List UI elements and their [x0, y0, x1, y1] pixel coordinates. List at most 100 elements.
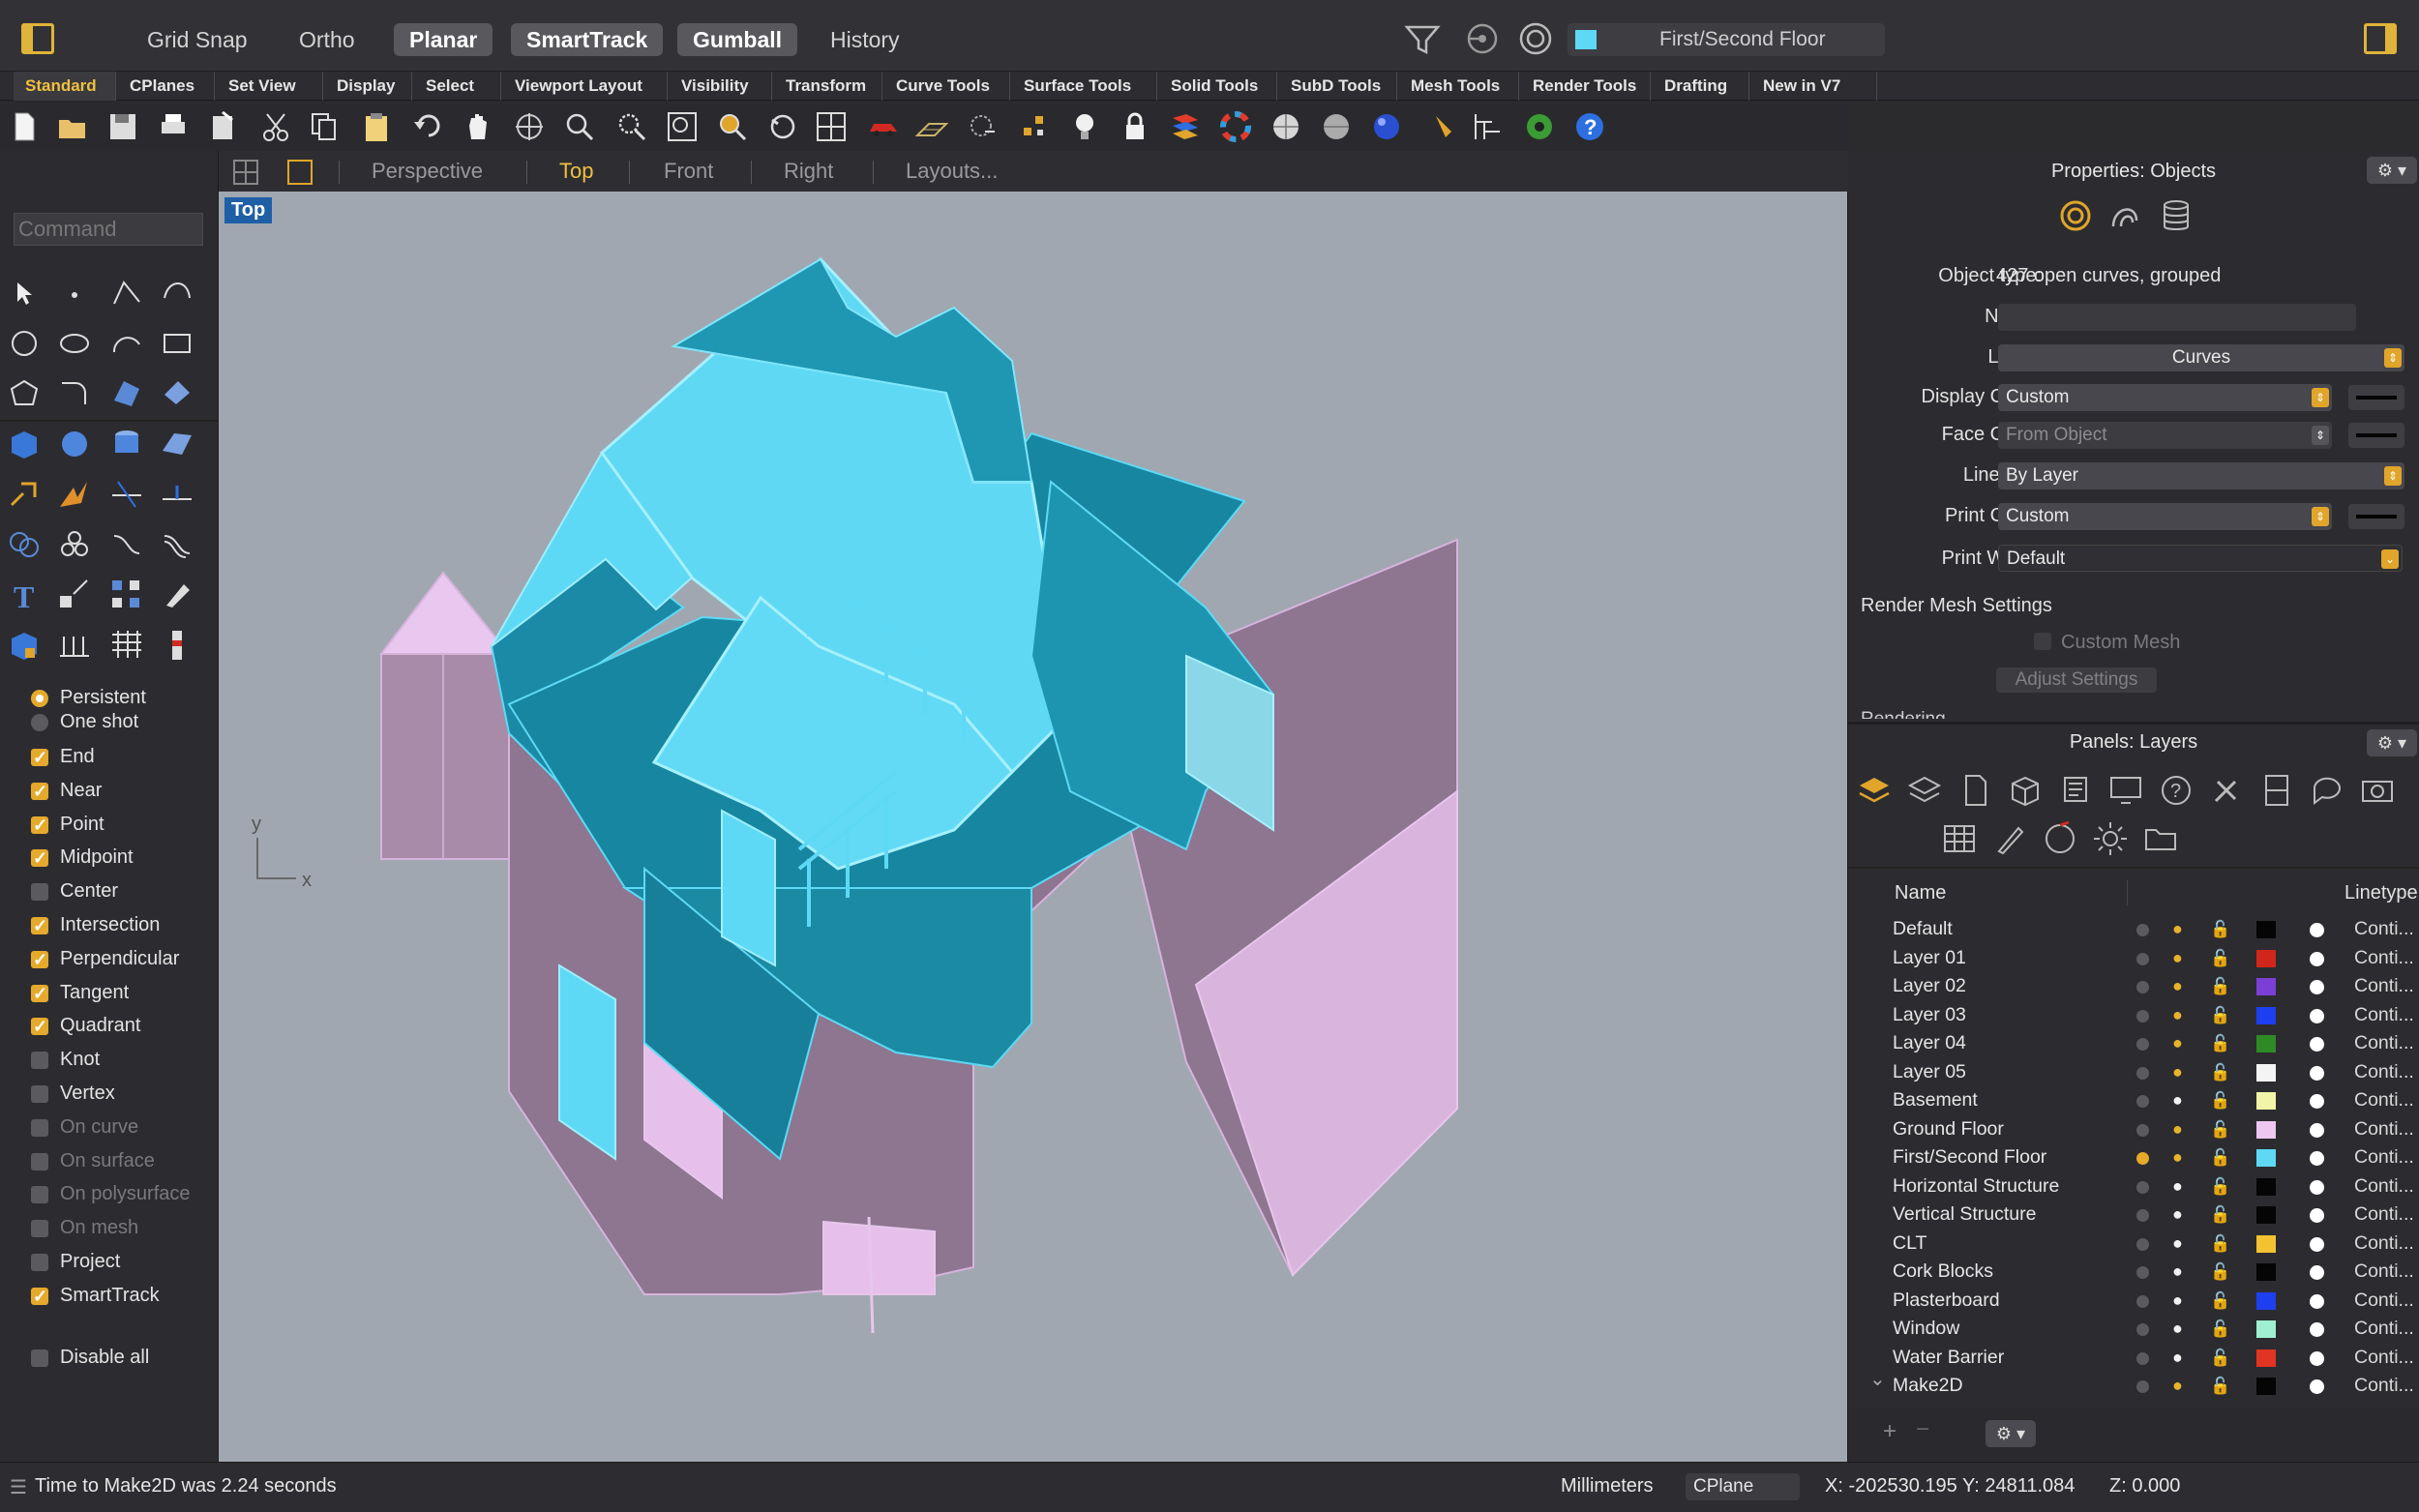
display-color-swatch[interactable]	[2348, 385, 2404, 410]
layer-linetype[interactable]: Conti...	[2354, 944, 2414, 973]
layer-linetype[interactable]: Conti...	[2354, 1230, 2414, 1259]
tab-transform[interactable]: Transform	[774, 72, 882, 101]
lock-icon[interactable]: 🔓	[2210, 972, 2230, 1001]
layer-linetype[interactable]: Conti...	[2354, 972, 2414, 1001]
layer-linetype[interactable]: Conti...	[2354, 915, 2414, 944]
visibility-bulb-icon[interactable]: ●	[2172, 1372, 2183, 1401]
notes-icon[interactable]	[2057, 772, 2094, 809]
osnap-checkbox[interactable]	[31, 1118, 48, 1137]
print-color-select[interactable]: Custom ⇕	[1998, 503, 2332, 530]
document-icon[interactable]	[1956, 772, 1993, 809]
layers-col-name[interactable]: Name	[1895, 882, 1946, 904]
material-swatch[interactable]	[2310, 1008, 2324, 1023]
cylinder-icon[interactable]	[108, 426, 145, 462]
current-layer-indicator[interactable]	[2136, 1351, 2149, 1365]
filter-icon[interactable]	[1403, 19, 1442, 58]
lock-icon[interactable]: 🔓	[2210, 915, 2230, 944]
new-file-icon[interactable]	[8, 110, 41, 143]
layer-color-swatch[interactable]	[2256, 921, 2276, 938]
analyze-icon[interactable]	[159, 577, 195, 613]
osnap-checkbox[interactable]	[31, 777, 48, 806]
add-layer-button[interactable]: +	[1883, 1418, 1896, 1445]
layer-row[interactable]: Horizontal Structure ● 🔓 Conti...	[1848, 1172, 2419, 1201]
box-icon[interactable]	[6, 426, 43, 462]
visibility-bulb-icon[interactable]: ●	[2172, 1115, 2183, 1144]
layer-linetype[interactable]: Conti...	[2354, 1143, 2414, 1172]
status-menu-icon[interactable]: ☰	[10, 1475, 27, 1499]
print-color-swatch[interactable]	[2348, 504, 2404, 529]
layer-color-swatch[interactable]	[2256, 978, 2276, 995]
print-width-select[interactable]: Default ⌄	[1998, 545, 2403, 572]
group-icon[interactable]	[56, 526, 93, 563]
material-swatch[interactable]	[2310, 1208, 2324, 1223]
layer-select[interactable]: Curves ⇕	[1998, 344, 2404, 371]
visibility-bulb-icon[interactable]: ●	[2172, 1058, 2183, 1087]
current-layer-indicator[interactable]	[2136, 1380, 2149, 1393]
layer-name[interactable]: CLT	[1893, 1230, 1926, 1259]
layer-linetype[interactable]: Conti...	[2354, 1115, 2414, 1144]
current-layer-indicator[interactable]	[2136, 981, 2149, 993]
visibility-bulb-icon[interactable]: ●	[2172, 1344, 2183, 1373]
layer-row[interactable]: Water Barrier ● 🔓 Conti...	[1848, 1344, 2419, 1373]
material-swatch[interactable]	[2310, 1179, 2324, 1195]
layer-color-swatch[interactable]	[2256, 1378, 2276, 1395]
osnap-icon[interactable]	[1516, 19, 1555, 58]
chevron-down-icon[interactable]: ⌄	[1869, 1366, 1886, 1395]
edit-tools-icon[interactable]	[1426, 110, 1459, 143]
material-swatch[interactable]	[2310, 951, 2324, 966]
layer-row[interactable]: Layer 03 ● 🔓 Conti...	[1848, 1001, 2419, 1030]
record-history-icon[interactable]	[1463, 19, 1502, 58]
layer-color-swatch[interactable]	[2256, 1149, 2276, 1167]
layer-name[interactable]: Horizontal Structure	[1893, 1172, 2059, 1201]
single-viewport-icon[interactable]	[286, 159, 314, 186]
panel-divider[interactable]	[1848, 722, 2419, 725]
osnap-checkbox[interactable]	[31, 743, 48, 772]
adjust-settings-button[interactable]: Adjust Settings	[1996, 667, 2157, 693]
points-on-icon[interactable]	[1018, 110, 1051, 143]
osnap-checkbox[interactable]	[31, 1012, 48, 1041]
current-layer-indicator[interactable]	[2136, 1123, 2149, 1137]
visibility-bulb-icon[interactable]: ●	[2172, 1172, 2183, 1201]
layer-linetype[interactable]: Conti...	[2354, 1086, 2414, 1115]
layer-name[interactable]: Ground Floor	[1893, 1115, 2004, 1144]
arc-icon[interactable]	[108, 325, 145, 362]
material-swatch[interactable]	[2310, 923, 2324, 937]
lock-icon[interactable]: 🔓	[2210, 1344, 2230, 1373]
layer-name[interactable]: Basement	[1893, 1086, 1978, 1115]
current-layer-indicator[interactable]	[2136, 1209, 2149, 1222]
layer-row[interactable]: Cork Blocks ● 🔓 Conti...	[1848, 1258, 2419, 1287]
rectangle-icon[interactable]	[159, 325, 195, 362]
osnap-checkbox[interactable]	[31, 945, 48, 974]
osnap-checkbox[interactable]	[31, 1186, 48, 1204]
sphere-icon[interactable]	[56, 426, 93, 462]
lock-icon[interactable]: 🔓	[2210, 1029, 2230, 1058]
layers-gear-button[interactable]: ⚙ ▾	[2367, 729, 2417, 756]
osnap-checkbox[interactable]	[31, 1282, 48, 1311]
color-wheel-icon[interactable]	[1219, 110, 1252, 143]
tab-mesh-tools[interactable]: Mesh Tools	[1399, 72, 1519, 101]
layer-name[interactable]: Cork Blocks	[1893, 1258, 1993, 1287]
visibility-bulb-icon[interactable]: ●	[2172, 1201, 2183, 1230]
layer-name[interactable]: Vertical Structure	[1893, 1201, 2036, 1230]
current-layer-indicator[interactable]	[2136, 1294, 2149, 1308]
curve-icon[interactable]	[159, 275, 195, 311]
tab-visibility[interactable]: Visibility	[670, 72, 772, 101]
zoom-selected-icon[interactable]	[716, 110, 749, 143]
lock-icon[interactable]	[1119, 110, 1151, 143]
layer-linetype[interactable]: Conti...	[2354, 1201, 2414, 1230]
plane-surface-icon[interactable]	[159, 426, 195, 462]
layer-row[interactable]: Layer 05 ● 🔓 Conti...	[1848, 1058, 2419, 1087]
current-layer-indicator[interactable]	[2136, 924, 2149, 936]
tab-perspective[interactable]: Perspective	[372, 157, 483, 186]
tab-new-in-v7[interactable]: New in V7	[1751, 72, 1877, 101]
layer-color-swatch[interactable]	[2256, 1063, 2276, 1082]
layer-row[interactable]: Ground Floor ● 🔓 Conti...	[1848, 1115, 2419, 1144]
custom-mesh-checkbox[interactable]	[2034, 633, 2051, 650]
boolean-union-icon[interactable]	[6, 526, 43, 563]
osnap-checkbox[interactable]	[31, 811, 48, 840]
tab-subd-tools[interactable]: SubD Tools	[1279, 72, 1397, 101]
layer-linetype[interactable]: Conti...	[2354, 1372, 2414, 1401]
layer-color-swatch[interactable]	[2256, 1177, 2276, 1196]
command-input[interactable]: Command	[14, 213, 203, 246]
four-view-icon[interactable]	[815, 110, 848, 143]
